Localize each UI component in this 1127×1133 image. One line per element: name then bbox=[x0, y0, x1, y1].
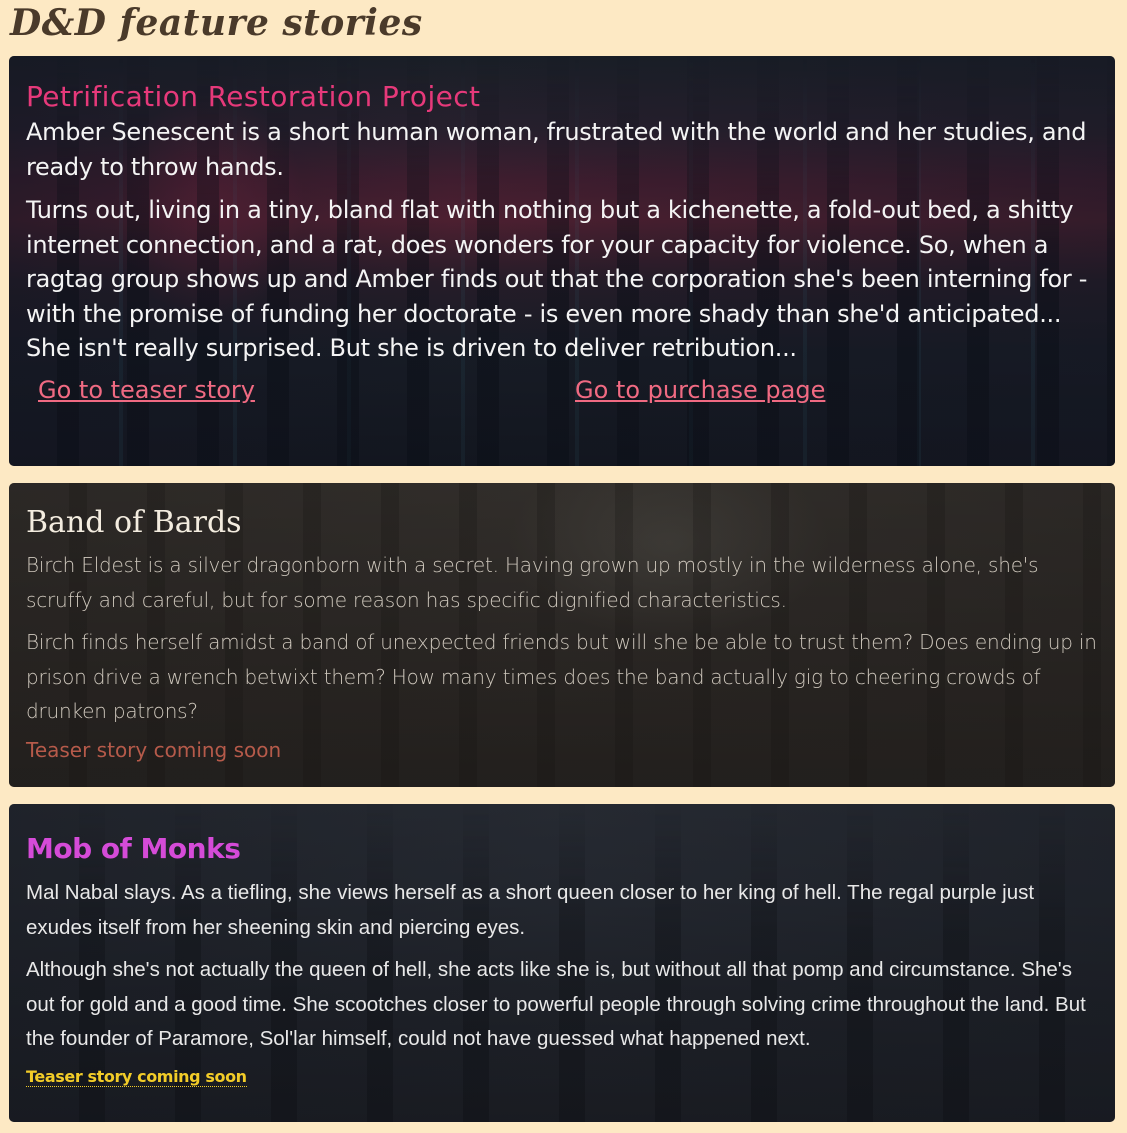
story-paragraph: Birch finds herself amidst a band of une… bbox=[26, 630, 1097, 723]
story-title: Petrification Restoration Project bbox=[26, 80, 481, 113]
story-paragraph: Birch Eldest is a silver dragonborn with… bbox=[26, 553, 1039, 612]
story-paragraph: Although she's not actually the queen of… bbox=[26, 958, 1086, 1050]
story-links: Go to teaser story Go to purchase page bbox=[26, 376, 1098, 420]
page-title: D&D feature stories bbox=[10, 2, 423, 44]
story-paragraph: Turns out, living in a tiny, bland flat … bbox=[26, 196, 1088, 328]
story-paragraph: Amber Senescent is a short human woman, … bbox=[26, 118, 1087, 181]
story-title: Band of Bards bbox=[26, 505, 242, 540]
story-title: Mob of Monks bbox=[26, 832, 241, 865]
teaser-coming-soon-text: Teaser story coming soon bbox=[26, 737, 282, 762]
story-card-mob-of-monks: Mob of Monks Mal Nabal slays. As a tiefl… bbox=[9, 804, 1115, 1122]
teaser-story-link[interactable]: Go to teaser story bbox=[38, 376, 255, 404]
story-paragraph: Mal Nabal slays. As a tiefling, she view… bbox=[26, 881, 1035, 939]
purchase-page-link[interactable]: Go to purchase page bbox=[575, 376, 825, 404]
teaser-coming-soon-text: Teaser story coming soon bbox=[26, 1066, 247, 1087]
story-paragraph: She isn't really surprised. But she is d… bbox=[26, 334, 797, 362]
story-card-petrification: Petrification Restoration Project Amber … bbox=[9, 56, 1115, 466]
story-card-band-of-bards: Band of Bards Birch Eldest is a silver d… bbox=[9, 483, 1115, 787]
